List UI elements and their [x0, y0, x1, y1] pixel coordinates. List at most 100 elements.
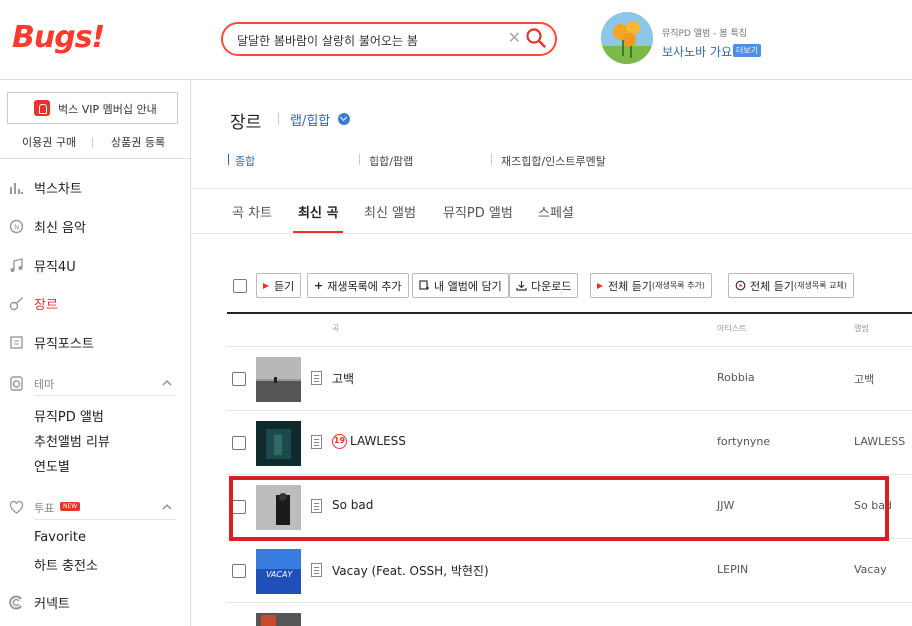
theme-item-album-review[interactable]: 추천앨범 리뷰 — [34, 431, 110, 450]
vote-item-favorite[interactable]: Favorite — [34, 530, 86, 545]
subgenre-jazzhiphop[interactable]: 재즈힙합/인스트루멘탈 — [501, 153, 606, 169]
promo-thumbnail[interactable] — [601, 12, 653, 64]
album-art[interactable] — [256, 357, 301, 402]
download-button[interactable]: 다운로드 — [509, 273, 579, 298]
tab-musicpd-albums[interactable]: 뮤직PD 앨범 — [443, 202, 513, 221]
play-all-replace-sub: (재생목록 교체) — [793, 281, 847, 290]
sidebar-item-label: 뮤직포스트 — [34, 337, 94, 352]
chevron-up-icon[interactable] — [162, 378, 172, 388]
lyrics-icon[interactable] — [311, 435, 322, 449]
select-all-checkbox[interactable] — [233, 279, 247, 293]
sidebar-item-new-music[interactable]: N 최신 음악 — [0, 211, 190, 241]
tab-latest-albums[interactable]: 최신 앨범 — [364, 202, 416, 221]
play-all-add-sub: (재생목록 추가) — [651, 281, 705, 290]
vote-section-header[interactable]: 투표 NEW — [0, 496, 190, 520]
sidebar-item-music4u[interactable]: 뮤직4U — [0, 250, 190, 280]
sidebar-item-genre[interactable]: 장르 — [0, 288, 190, 318]
divider — [278, 113, 279, 125]
page-title: 장르 — [230, 113, 262, 133]
divider — [0, 158, 190, 159]
play-label: 듣기 — [274, 279, 295, 293]
tab-song-chart[interactable]: 곡 차트 — [232, 202, 272, 221]
album-art[interactable]: VACAY — [256, 549, 301, 594]
search-input[interactable] — [237, 30, 497, 50]
promo-subtitle: 뮤직PD 앨범 - 봄 특집 — [662, 29, 748, 39]
artist-name[interactable]: LEPIN — [717, 563, 748, 576]
buy-pass-link[interactable]: 이용권 구매 — [22, 134, 76, 150]
theme-icon — [10, 376, 23, 391]
divider — [92, 138, 93, 148]
play-icon — [263, 282, 269, 289]
heart-icon — [9, 500, 24, 514]
sidebar-item-label: 커넥트 — [34, 597, 70, 612]
column-header-song: 곡 — [332, 324, 340, 333]
subgenre-hiphop-poprap[interactable]: 힙합/팝랩 — [369, 153, 413, 169]
song-title[interactable]: 고백 — [332, 370, 354, 387]
add-to-playlist-button[interactable]: + 재생목록에 추가 — [307, 273, 409, 298]
lyrics-icon[interactable] — [311, 563, 322, 577]
promo-more-button[interactable]: 더보기 — [733, 44, 762, 57]
guitar-icon — [9, 297, 23, 311]
table-row[interactable]: 19 LAWLESS fortynyne LAWLESS — [227, 411, 912, 475]
artist-name[interactable]: Robbia — [717, 371, 755, 384]
tab-latest-songs[interactable]: 최신 곡 — [298, 202, 338, 221]
divider — [491, 154, 492, 165]
plus-icon: + — [314, 279, 324, 292]
svg-text:N: N — [14, 224, 19, 232]
sidebar-item-connect[interactable]: 커넥트 — [0, 587, 190, 617]
age-19-badge: 19 — [332, 434, 347, 449]
main-content: 장르 랩/힙합 종합 힙합/팝랩 재즈힙합/인스트루멘탈 곡 차트 최신 곡 최… — [191, 80, 912, 626]
album-name[interactable]: LAWLESS — [854, 435, 912, 448]
search-box: ✕ — [221, 22, 557, 56]
post-icon — [10, 336, 23, 349]
table-row[interactable]: VACAY Vacay (Feat. OSSH, 박현진) LEPIN Vaca… — [227, 539, 912, 603]
subgenre-all[interactable]: 종합 — [235, 153, 255, 169]
album-art[interactable] — [256, 613, 301, 626]
album-add-icon — [419, 280, 429, 290]
theme-item-by-year[interactable]: 연도별 — [34, 456, 70, 475]
divider — [191, 233, 912, 234]
play-all-add-button[interactable]: 전체 듣기 (재생목록 추가) — [590, 273, 712, 298]
row-checkbox[interactable] — [232, 436, 246, 450]
album-name[interactable]: 고백 — [854, 371, 912, 387]
search-icon[interactable] — [525, 27, 547, 49]
sidebar-item-label: 장르 — [34, 298, 58, 313]
divider — [34, 519, 176, 520]
row-checkbox[interactable] — [232, 372, 246, 386]
sidebar-item-music-post[interactable]: 뮤직포스트 — [0, 327, 190, 357]
row-checkbox[interactable] — [232, 564, 246, 578]
table-row[interactable]: 고백 Robbia 고백 — [227, 347, 912, 411]
artist-name[interactable]: fortynyne — [717, 435, 770, 448]
song-title[interactable]: 19 LAWLESS — [332, 434, 406, 449]
new-music-icon: N — [9, 219, 24, 234]
bag-icon — [34, 100, 50, 116]
bugs-logo[interactable]: Bugs! — [12, 20, 105, 55]
vote-label: 투표 — [34, 502, 55, 515]
vote-item-heart-charge[interactable]: 하트 충전소 — [34, 555, 98, 574]
chevron-down-icon[interactable] — [338, 113, 350, 125]
theme-item-musicpd[interactable]: 뮤직PD 앨범 — [34, 406, 104, 425]
album-name[interactable]: Vacay — [854, 563, 912, 576]
register-voucher-link[interactable]: 상품권 등록 — [111, 134, 165, 150]
song-title[interactable]: Vacay (Feat. OSSH, 박현진) — [332, 562, 489, 579]
sidebar: 벅스 VIP 멤버십 안내 이용권 구매 상품권 등록 벅스차트 N 최신 음악… — [0, 80, 191, 626]
genre-selector[interactable]: 랩/힙합 — [290, 110, 330, 129]
play-all-replace-button[interactable]: 전체 듣기 (재생목록 교체) — [728, 273, 854, 298]
lyrics-icon[interactable] — [311, 371, 322, 385]
download-icon — [516, 281, 527, 291]
theme-section-header[interactable]: 테마 — [0, 372, 190, 396]
clear-search-icon[interactable]: ✕ — [508, 28, 521, 47]
promo-title[interactable]: 보사노바 가요 — [662, 43, 732, 60]
album-art[interactable] — [256, 421, 301, 466]
divider — [34, 395, 176, 396]
play-button[interactable]: 듣기 — [256, 273, 302, 298]
add-to-my-album-button[interactable]: 내 앨범에 담기 — [412, 273, 509, 298]
sidebar-item-bugs-chart[interactable]: 벅스차트 — [0, 172, 190, 202]
chevron-up-icon[interactable] — [162, 502, 172, 512]
column-header-artist: 아티스트 — [717, 324, 747, 333]
highlight-box — [229, 476, 889, 541]
active-tab-indicator — [293, 231, 343, 233]
vip-membership-button[interactable]: 벅스 VIP 멤버십 안내 — [7, 92, 178, 124]
chart-icon — [10, 183, 23, 194]
tab-special[interactable]: 스페셜 — [538, 202, 574, 221]
